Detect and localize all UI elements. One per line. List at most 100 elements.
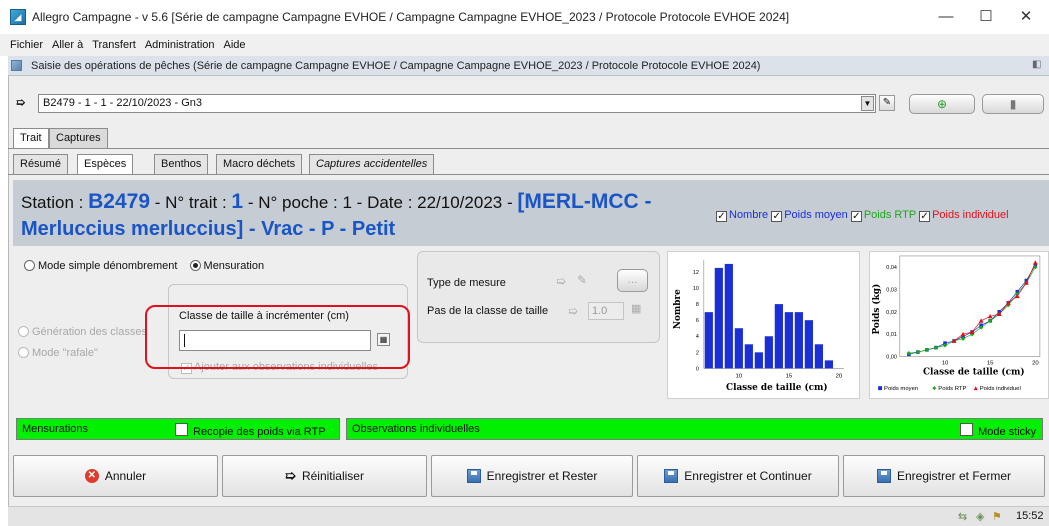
histogram-ytick: 6 [696, 318, 699, 324]
reset-label: Réinitialiser [301, 469, 364, 483]
histogram-ylabel: Nombre [673, 289, 683, 329]
histogram-bar [704, 312, 713, 369]
rafale-row: Mode "rafale" [18, 347, 98, 359]
tab-especes[interactable]: Espèces [77, 154, 134, 174]
rafale-label: Mode "rafale" [32, 347, 98, 359]
type-edit-icon[interactable]: ✎ [577, 273, 587, 287]
sticky-label: Mode sticky [978, 426, 1037, 438]
frame-title: Saisie des opérations de pêches (Série d… [31, 59, 761, 72]
shield-icon: ◈ [976, 511, 985, 523]
mode-radio-row: Mode simple dénombrement Mensuration [24, 260, 264, 272]
add-button[interactable]: ⊕ [909, 94, 975, 114]
weight-xtick: 20 [1032, 360, 1039, 366]
pas-arrow-icon: ➯ [568, 304, 579, 318]
frame-icon [11, 60, 22, 71]
histogram-bar [804, 320, 813, 369]
histogram-bar [724, 263, 733, 369]
mode-simple-radio[interactable] [24, 260, 35, 271]
histogram-bar [754, 352, 763, 369]
cancel-button[interactable]: ✕ Annuler [13, 455, 218, 497]
histogram-bar [764, 336, 773, 369]
poids-moyen-checkbox[interactable]: ✓ [771, 211, 783, 222]
weight-ytick: 0,02 [886, 310, 897, 316]
generation-label: Génération des classes [32, 326, 147, 338]
cancel-icon: ✕ [84, 469, 99, 483]
sticky-checkbox[interactable] [960, 423, 973, 436]
mensurations-bar: Mensurations Recopie des poids via RTP [16, 418, 340, 440]
legend-poids-individuel-marker [973, 386, 978, 391]
rafale-radio[interactable] [18, 347, 29, 358]
recopie-label: Recopie des poids via RTP [193, 426, 326, 438]
species-code: [MERL-MCC - [517, 190, 652, 213]
histogram-bar [824, 360, 833, 369]
save-stay-label: Enregistrer et Rester [486, 469, 598, 483]
tab-macro-dechets[interactable]: Macro déchets [216, 154, 303, 174]
weight-series-line [908, 264, 1036, 355]
app-icon: ◢ [10, 9, 26, 25]
tab-captures[interactable]: Captures [49, 128, 108, 148]
chevron-down-icon[interactable]: ▼ [861, 96, 874, 111]
observations-label: Observations individuelles [352, 423, 480, 435]
menu-fichier[interactable]: Fichier [10, 39, 43, 51]
histogram-ytick: 4 [696, 334, 699, 340]
trip-select[interactable]: B2479 - 1 - 1 - 22/10/2023 - Gn3 [38, 94, 876, 113]
poids-moyen-label: Poids moyen [784, 209, 848, 221]
tab-benthos[interactable]: Benthos [154, 154, 209, 174]
mensuration-radio[interactable] [189, 260, 201, 271]
menu-administration[interactable]: Administration [145, 39, 215, 51]
recopie-checkbox[interactable] [175, 423, 188, 436]
type-mesure-label: Type de mesure [427, 277, 506, 289]
save-icon [876, 469, 891, 483]
species-line: Merluccius merluccius] - Vrac - P - Peti… [21, 218, 396, 240]
save-close-button[interactable]: Enregistrer et Fermer [843, 455, 1045, 497]
type-dots-button[interactable]: ... [617, 269, 648, 292]
weight-ylabel: Poids (kg) [871, 284, 882, 335]
histogram-bar [794, 312, 803, 369]
menu-aide[interactable]: Aide [224, 39, 246, 51]
chart-legend-checkboxes: ✓ Nombre ✓ Poids moyen ✓ Poids RTP ✓ Poids i… [716, 209, 1009, 222]
frame-menu-icon[interactable]: ◧ [1032, 59, 1041, 70]
legend-poids-moyen-marker [878, 386, 883, 391]
save-continue-button[interactable]: Enregistrer et Continuer [637, 455, 839, 497]
save-icon [466, 469, 481, 483]
histogram-bar [734, 328, 743, 369]
weight-series-line [953, 262, 1036, 342]
nombre-checkbox[interactable]: ✓ [716, 211, 727, 222]
weight-series-line [908, 266, 1036, 354]
pas-calculator-icon[interactable]: ▦ [631, 302, 641, 315]
pas-classe-label: Pas de la classe de taille [427, 305, 549, 317]
weight-point-triangle [978, 318, 984, 323]
tab-divider [8, 148, 1049, 149]
trait-value: 1 [231, 190, 244, 213]
tab-trait[interactable]: Trait [13, 128, 49, 148]
observations-bar: Observations individuelles Mode sticky [346, 418, 1043, 440]
legend-poids-individuel: Poids individuel [980, 386, 1021, 392]
menu-transfert[interactable]: Transfert [92, 39, 136, 51]
histogram-bar [814, 344, 823, 369]
tab-resume[interactable]: Résumé [13, 154, 68, 174]
histogram-xtick: 10 [736, 373, 743, 379]
poche-date-text: - N° poche : 1 - Date : 22/10/2023 - [243, 193, 518, 212]
poids-rtp-checkbox[interactable]: ✓ [850, 211, 862, 222]
tab-captures-accidentelles[interactable]: Captures accidentelles [309, 154, 435, 174]
histogram-chart: 0 2 4 6 8 10 12 10 15 20 Nombre Classe de taille … [667, 251, 860, 399]
reset-button[interactable]: ➯ Réinitialiser [222, 455, 427, 497]
mode-simple-label: Mode simple dénombrement [38, 260, 178, 272]
close-button[interactable]: ✕ [1003, 0, 1049, 34]
histogram-xtick: 20 [836, 373, 843, 379]
histogram-ytick: 10 [693, 286, 699, 292]
nombre-label: Nombre [729, 209, 769, 221]
recopie-row: Recopie des poids via RTP [175, 422, 326, 442]
poids-individuel-checkbox[interactable]: ✓ [919, 211, 931, 222]
pas-classe-input[interactable]: 1.0 [588, 302, 624, 320]
status-bar: ⇆ ◈ ⚑ 15:52 [8, 506, 1049, 526]
save-stay-button[interactable]: Enregistrer et Rester [431, 455, 633, 497]
menu-bar: Fichier Aller à Transfert Administration… [0, 34, 1049, 56]
histogram-bar [774, 304, 783, 369]
station-line: Station : B2479 - N° trait : 1 - N° poch… [21, 190, 651, 214]
weight-ytick: 0,00 [886, 355, 897, 361]
edit-icon[interactable]: ✎ [879, 95, 895, 111]
delete-button[interactable]: ▮ [982, 94, 1044, 114]
generation-radio[interactable] [18, 326, 29, 337]
menu-aller-a[interactable]: Aller à [52, 39, 83, 51]
